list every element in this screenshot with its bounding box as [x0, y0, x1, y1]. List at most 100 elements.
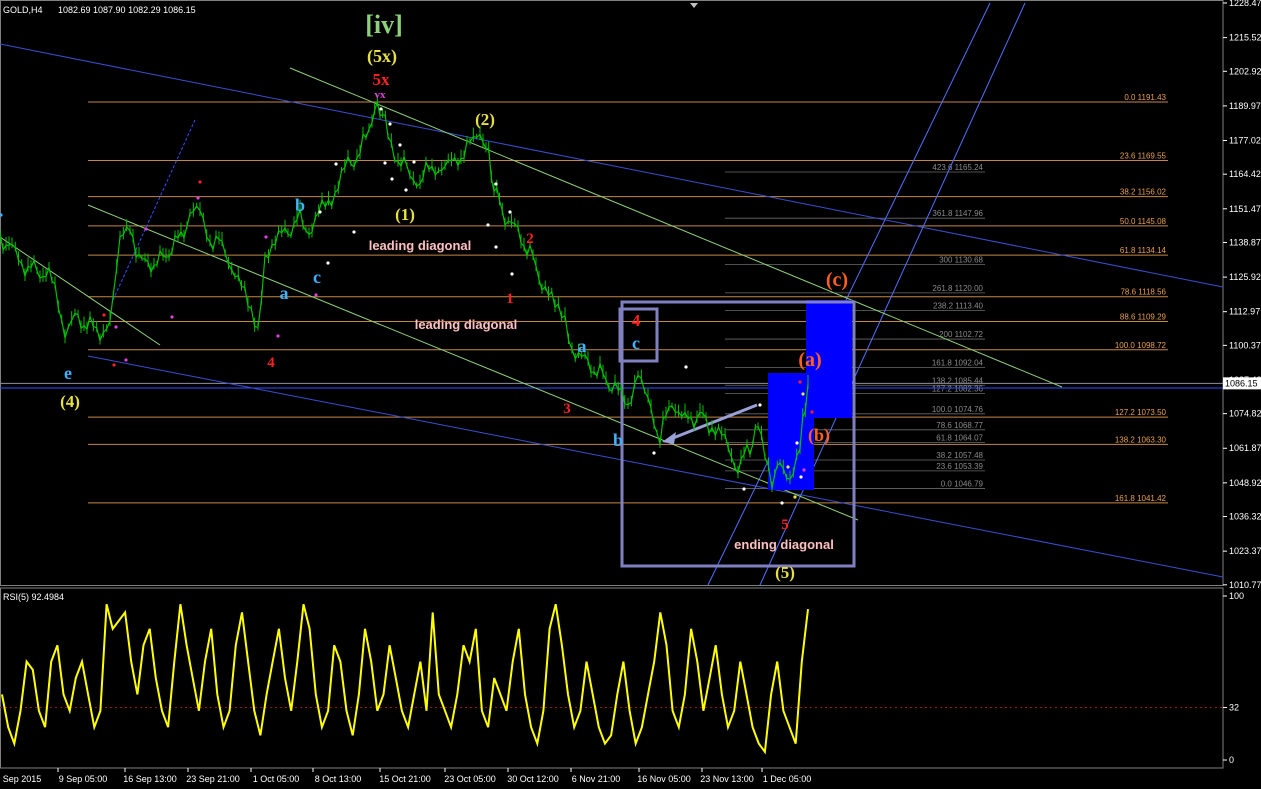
wave-marker	[404, 188, 408, 192]
fib-level-label: 88.6 1109.29	[1120, 313, 1167, 322]
wave-marker	[314, 293, 318, 297]
wave-marker	[508, 210, 512, 214]
fib-level-label: 138.2 1063.30	[1115, 435, 1167, 444]
wave-label: (b)	[808, 425, 830, 446]
y-tick-label: 1125.92	[1229, 272, 1261, 282]
wave-marker	[799, 475, 803, 479]
fib-secondary-label: 161.8 1092.04	[932, 359, 984, 368]
y-tick-label: 1048.92	[1229, 478, 1261, 488]
wave-marker	[795, 441, 799, 445]
wave-marker	[494, 245, 498, 249]
wave-marker	[379, 107, 383, 111]
current-price-label: 1086.15	[1225, 378, 1258, 388]
y-tick-label: 1202.92	[1229, 66, 1261, 76]
wave-marker	[742, 487, 746, 491]
wave-label: vx	[375, 89, 387, 101]
fib-level-label: 50.0 1145.08	[1120, 217, 1167, 226]
fib-level-label: 38.2 1156.02	[1120, 188, 1167, 197]
wave-marker	[276, 334, 280, 338]
wave-label: leading diagonal	[369, 238, 472, 253]
y-tick-label: 1177.02	[1229, 136, 1261, 146]
fib-level-label: 127.2 1073.50	[1115, 408, 1167, 417]
wave-label: (5)	[775, 563, 795, 582]
fib-secondary-label: 78.6 1068.77	[936, 421, 983, 430]
wave-label: e	[64, 363, 72, 383]
wave-label: 4	[267, 355, 275, 371]
wave-marker	[486, 223, 490, 227]
wave-marker	[112, 363, 116, 367]
x-tick-label: 1 Dec 05:00	[763, 774, 812, 784]
wave-label: (a)	[798, 349, 821, 371]
wave-marker	[334, 162, 338, 166]
fib-secondary-label: 423.6 1165.24	[932, 163, 983, 172]
x-tick-label: 23 Sep 21:00	[186, 774, 240, 784]
x-tick-label: 23 Oct 05:00	[444, 774, 496, 784]
x-tick-label: 6 Nov 21:00	[572, 774, 621, 784]
fib-level-label: 161.8 1041.42	[1115, 494, 1167, 503]
y-tick-label: 1189.97	[1229, 101, 1261, 111]
wave-label: (2)	[475, 110, 495, 129]
wave-label: 5	[781, 517, 789, 533]
wave-marker	[114, 325, 118, 329]
wave-marker	[144, 227, 148, 231]
chart-window: GOLD,H4 1082.69 1087.90 1082.29 1086.15 12…	[0, 0, 1261, 789]
scroll-marker-icon[interactable]	[690, 3, 698, 8]
x-tick-label: 30 Oct 12:00	[507, 774, 559, 784]
wave-label: 2	[526, 231, 534, 247]
wave-label: 3	[563, 401, 571, 417]
rsi-tick-label: 0	[1229, 755, 1234, 765]
x-tick-label: 1 Oct 05:00	[253, 774, 300, 784]
wave-label: (1)	[395, 205, 415, 224]
fib-secondary-label: 100.0 1074.76	[932, 405, 984, 414]
wave-label: c	[632, 333, 640, 353]
y-tick-label: 1023.37	[1229, 546, 1261, 556]
wave-marker	[124, 358, 128, 362]
channel-line-1	[707, 2, 991, 586]
wave-marker	[383, 161, 387, 165]
wave-marker	[802, 468, 806, 472]
chart-symbol: GOLD,H4	[3, 5, 43, 15]
fib-secondary-label: 23.6 1053.39	[936, 462, 983, 471]
x-tick-label: 16 Sep 13:00	[123, 774, 177, 784]
wave-label: 1	[506, 291, 514, 307]
wave-marker	[758, 403, 762, 407]
wave-marker	[786, 465, 790, 469]
wave-label: 5x	[373, 70, 391, 89]
trendline-upper	[0, 43, 1224, 288]
wave-marker	[196, 196, 200, 200]
wave-marker	[198, 180, 202, 184]
y-tick-label: 1074.82	[1229, 409, 1261, 419]
fib-level-label: 0.0 1191.43	[1124, 93, 1166, 102]
fib-secondary-label: 38.2 1057.48	[936, 451, 983, 460]
wave-marker	[798, 380, 802, 384]
fib-secondary-label: 0.0 1046.79	[941, 480, 984, 489]
wave-marker	[412, 160, 416, 164]
wave-marker	[388, 122, 392, 126]
price-chart[interactable]: GOLD,H4 1082.69 1087.90 1082.29 1086.1512…	[0, 0, 1261, 789]
wave-marker	[780, 501, 784, 505]
wave-marker	[398, 143, 402, 147]
wave-marker	[102, 313, 106, 317]
chart-ohlc: 1082.69 1087.90 1082.29 1086.15	[58, 5, 196, 15]
y-tick-label: 1100.37	[1229, 340, 1261, 350]
wave-marker	[494, 182, 498, 186]
fib-secondary-label: 127.2 1082.36	[932, 384, 984, 393]
fib-secondary-label: 261.8 1120.00	[932, 284, 983, 293]
y-tick-label: 1112.97	[1229, 307, 1260, 317]
rsi-pane-frame	[0, 587, 1224, 769]
wave-marker	[170, 315, 174, 319]
wave-marker	[326, 261, 330, 265]
wave-marker	[390, 177, 394, 181]
trendline-lower	[87, 355, 1224, 578]
arrow-head-icon	[662, 432, 676, 444]
fib-level-label: 61.8 1134.14	[1120, 246, 1167, 255]
wave-label: b	[613, 430, 623, 450]
wave-marker	[684, 365, 688, 369]
wave-label: (4)	[60, 392, 80, 411]
wave-label: a	[280, 283, 289, 303]
wave-marker	[264, 235, 268, 239]
wave-label: c	[313, 267, 321, 287]
fib-secondary-label: 200 1102.72	[939, 330, 983, 339]
wave-marker	[352, 230, 356, 234]
wave-marker	[0, 213, 3, 217]
